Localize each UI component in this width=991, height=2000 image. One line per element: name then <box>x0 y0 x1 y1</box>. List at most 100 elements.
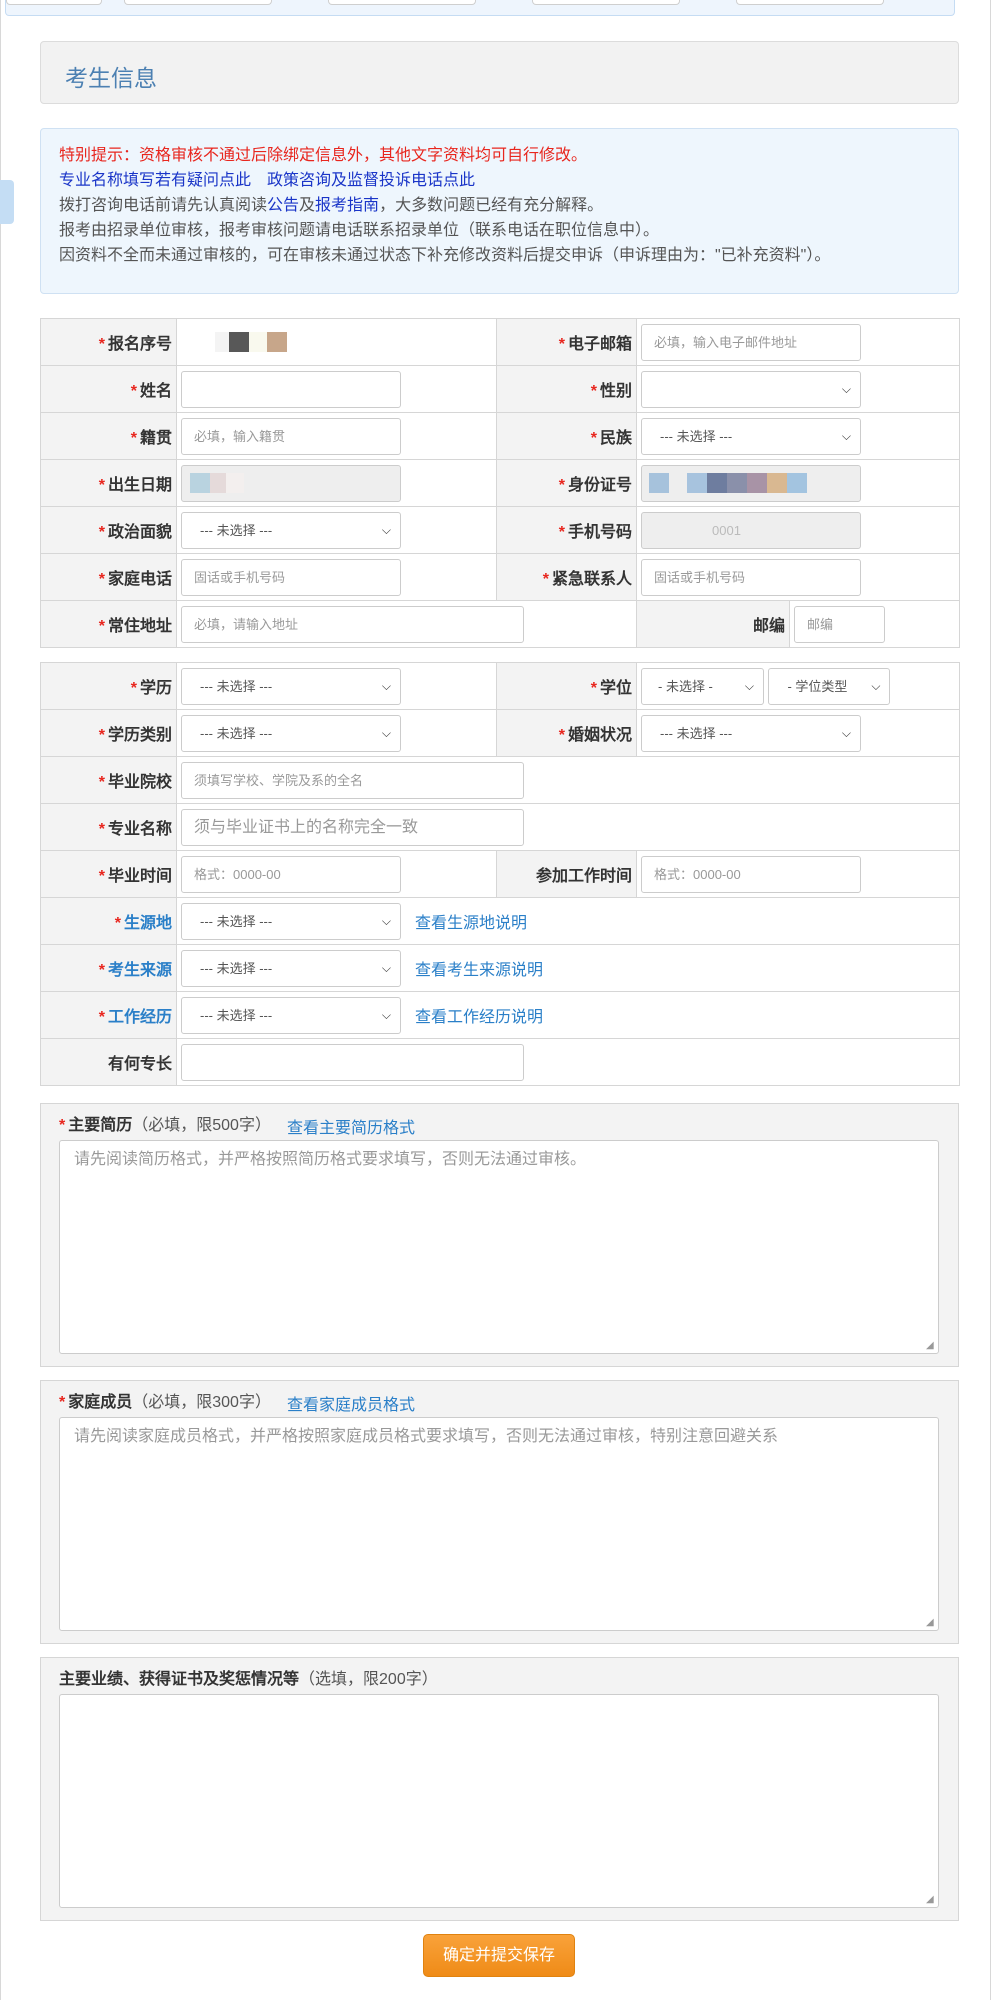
experience-select[interactable]: --- 未选择 --- ⌵ <box>181 996 401 1034</box>
home-phone-label: 家庭电话 <box>107 571 172 588</box>
family-panel: * 家庭成员（必填，限300字） 查看家庭成员格式 请先阅读家庭成员格式，并严格按照… <box>40 1380 959 1644</box>
section-title: 考生信息 <box>65 65 157 91</box>
ethnicity-label: 民族 <box>599 430 632 447</box>
address-label: 常住地址 <box>107 618 172 635</box>
mobile-label: 手机号码 <box>567 524 632 541</box>
notice-line-3-prefix: 拨打咨询电话前请先认真阅读 <box>59 197 268 214</box>
top-tab-strip <box>5 0 955 16</box>
home-phone-input[interactable]: 固话或手机号码 <box>181 558 401 596</box>
chevron-down-icon: ⌵ <box>744 678 754 693</box>
chevron-down-icon: ⌵ <box>841 381 851 396</box>
marital-select[interactable]: --- 未选择 --- ⌵ <box>641 714 861 752</box>
family-placeholder: 请先阅读家庭成员格式，并严格按照家庭成员格式要求填写，否则无法通过审核，特别注意… <box>74 1428 779 1445</box>
submit-button[interactable]: 确定并提交保存 <box>423 1934 575 1977</box>
top-tab-2[interactable] <box>124 0 272 5</box>
emergency-label: 紧急联系人 <box>551 571 632 588</box>
resize-grip-icon[interactable]: ◢ <box>926 1895 936 1905</box>
chevron-down-icon: ⌵ <box>381 725 391 740</box>
reg-no-label: 报名序号 <box>107 336 172 353</box>
side-float-tab[interactable] <box>0 180 14 224</box>
resume-placeholder: 请先阅读简历格式，并严格按照简历格式要求填写，否则无法通过审核。 <box>74 1151 587 1168</box>
notice-line-3-suffix: ，大多数问题已经有充分解释。 <box>379 197 604 214</box>
family-note: （必填，限300字） <box>132 1394 271 1411</box>
degree-label: 学位 <box>599 680 632 697</box>
chevron-down-icon: ⌵ <box>841 428 851 443</box>
marital-label: 婚姻状况 <box>567 727 632 744</box>
work-time-input[interactable]: 格式：0000-00 <box>641 855 861 893</box>
resume-note: （必填，限500字） <box>132 1117 271 1134</box>
announcement-link[interactable]: 公告 <box>267 197 299 214</box>
native-label: 籍贯 <box>139 430 172 447</box>
gender-label: 性别 <box>599 383 632 400</box>
grad-time-label: 毕业时间 <box>107 868 172 885</box>
chevron-down-icon: ⌵ <box>871 678 881 693</box>
origin-select[interactable]: --- 未选择 --- ⌵ <box>181 902 401 940</box>
notice-line-5: 因资料不全而未通过审核的，可在审核未通过状态下补充修改资料后提交申诉（申诉理由为… <box>59 247 831 264</box>
source-help-link[interactable]: 查看考生来源说明 <box>415 962 543 979</box>
top-tab-1[interactable] <box>6 0 102 5</box>
awards-label: 主要业绩、获得证书及奖惩情况等 <box>59 1671 300 1688</box>
top-tab-5[interactable] <box>736 0 884 5</box>
email-input[interactable]: 必填，输入电子邮件地址 <box>641 323 861 361</box>
school-label: 毕业院校 <box>107 774 172 791</box>
postcode-input[interactable]: 邮编 <box>794 605 885 643</box>
email-label: 电子邮箱 <box>567 336 632 353</box>
family-textarea[interactable]: 请先阅读家庭成员格式，并严格按照家庭成员格式要求填写，否则无法通过审核，特别注意… <box>59 1417 939 1631</box>
id-no-label: 身份证号 <box>567 477 632 494</box>
source-select[interactable]: --- 未选择 --- ⌵ <box>181 949 401 987</box>
gender-select[interactable]: ⌵ <box>641 370 861 408</box>
guide-link[interactable]: 报考指南 <box>315 197 379 214</box>
chevron-down-icon: ⌵ <box>381 913 391 928</box>
resume-format-link[interactable]: 查看主要简历格式 <box>287 1120 415 1137</box>
edu-type-select[interactable]: --- 未选择 --- ⌵ <box>181 714 401 752</box>
address-input[interactable]: 必填，请输入地址 <box>181 605 524 643</box>
grad-time-input[interactable]: 格式：0000-00 <box>181 855 401 893</box>
notice-box: 特别提示：资格审核不通过后除绑定信息外，其他文字资料均可自行修改。 专业名称填写… <box>40 128 959 294</box>
postcode-label: 邮编 <box>752 618 785 635</box>
policy-phone-link[interactable]: 政策咨询及监督投诉电话点此 <box>267 172 475 189</box>
chevron-down-icon: ⌵ <box>381 522 391 537</box>
work-time-label: 参加工作时间 <box>535 868 632 885</box>
emergency-input[interactable]: 固话或手机号码 <box>641 558 861 596</box>
name-input[interactable] <box>181 370 401 408</box>
awards-note: （选填，限200字） <box>299 1671 438 1688</box>
family-label: 家庭成员 <box>68 1394 133 1411</box>
specialty-input[interactable] <box>181 1043 524 1081</box>
origin-help-link[interactable]: 查看生源地说明 <box>415 915 527 932</box>
resize-grip-icon[interactable]: ◢ <box>926 1618 936 1628</box>
experience-label: 工作经历 <box>107 1009 172 1026</box>
politics-select[interactable]: --- 未选择 --- ⌵ <box>181 511 401 549</box>
resize-grip-icon[interactable]: ◢ <box>926 1341 936 1351</box>
awards-panel: 主要业绩、获得证书及奖惩情况等（选填，限200字） ◢ <box>40 1657 959 1921</box>
chevron-down-icon: ⌵ <box>381 1007 391 1022</box>
notice-line-1: 特别提示：资格审核不通过后除绑定信息外，其他文字资料均可自行修改。 <box>59 147 588 164</box>
notice-line-3-and: 及 <box>299 197 316 214</box>
native-input[interactable]: 必填，输入籍贯 <box>181 417 401 455</box>
notice-line-4: 报考由招录单位审核，报考审核问题请电话联系招录单位（联系电话在职位信息中）。 <box>59 222 660 239</box>
specialty-label: 有何专长 <box>107 1056 172 1073</box>
top-tab-4[interactable] <box>532 0 680 5</box>
awards-textarea[interactable]: ◢ <box>59 1694 939 1908</box>
name-label: 姓名 <box>139 383 172 400</box>
politics-label: 政治面貌 <box>107 524 172 541</box>
experience-help-link[interactable]: 查看工作经历说明 <box>415 1009 543 1026</box>
education-label: 学历 <box>139 680 172 697</box>
education-info-table: * 学历 --- 未选择 --- ⌵ * 学位 - 未选择 - ⌵ - 学位类型 ⌵ * 学… <box>40 662 960 1086</box>
top-tab-3[interactable] <box>328 0 476 5</box>
source-label: 考生来源 <box>107 962 172 979</box>
degree-type-select[interactable]: - 学位类型 ⌵ <box>768 667 891 705</box>
major-label: 专业名称 <box>107 821 172 838</box>
ethnicity-select[interactable]: --- 未选择 --- ⌵ <box>641 417 861 455</box>
major-input[interactable]: 须与毕业证书上的名称完全一致 <box>181 808 524 846</box>
basic-info-table: * 报名序号 * 电子邮箱 必填，输入电子邮件地址 * 姓名 * 性别 ⌵ * 籍贯 必填… <box>40 318 960 648</box>
family-format-link[interactable]: 查看家庭成员格式 <box>287 1397 415 1414</box>
school-input[interactable]: 须填写学校、学院及系的全名 <box>181 761 524 799</box>
major-help-link[interactable]: 专业名称填写若有疑问点此 <box>59 172 251 189</box>
chevron-down-icon: ⌵ <box>841 725 851 740</box>
education-select[interactable]: --- 未选择 --- ⌵ <box>181 667 401 705</box>
chevron-down-icon: ⌵ <box>381 960 391 975</box>
resume-textarea[interactable]: 请先阅读简历格式，并严格按照简历格式要求填写，否则无法通过审核。 ◢ <box>59 1140 939 1354</box>
origin-label: 生源地 <box>123 915 172 932</box>
degree-select[interactable]: - 未选择 - ⌵ <box>641 667 764 705</box>
mobile-input: 0001 <box>641 511 861 549</box>
